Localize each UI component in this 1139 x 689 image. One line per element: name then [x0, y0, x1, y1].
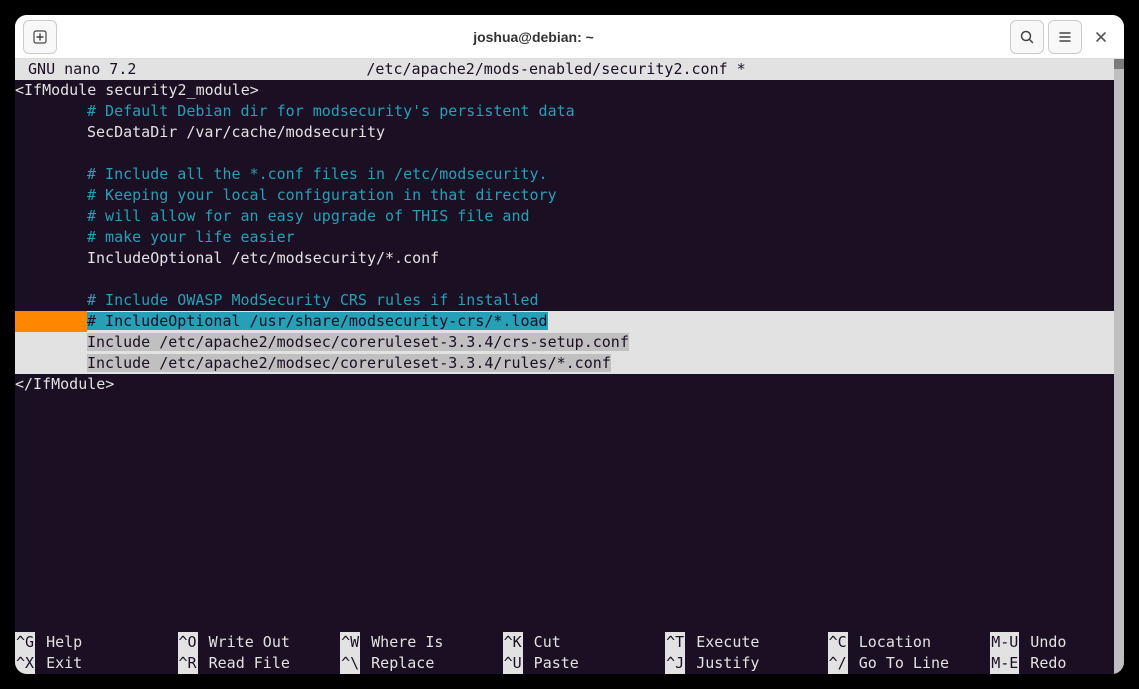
help-key: ^/ — [828, 653, 848, 674]
code-line-cursor: Include /etc/apache2/modsec/coreruleset-… — [15, 332, 1114, 353]
new-tab-button[interactable] — [23, 20, 57, 54]
help-label: Undo — [1019, 632, 1066, 653]
help-key: ^J — [665, 653, 685, 674]
code-line-highlighted: # IncludeOptional /usr/share/modsecurity… — [15, 311, 1114, 332]
code-line: # Include all the *.conf files in /etc/m… — [15, 164, 1114, 185]
help-key: ^O — [178, 632, 198, 653]
help-label: Help — [35, 632, 82, 653]
help-key: ^T — [665, 632, 685, 653]
help-label: Replace — [360, 653, 434, 674]
scrollbar-thumb[interactable] — [1114, 59, 1124, 69]
help-label: Go To Line — [848, 653, 949, 674]
help-row-2: ^X Exit ^R Read File ^\ Replace ^U Paste… — [15, 653, 1104, 674]
help-label: Write Out — [198, 632, 290, 653]
close-button[interactable] — [1084, 20, 1118, 54]
help-key: M-E — [990, 653, 1019, 674]
help-label: Location — [848, 632, 931, 653]
help-key: ^R — [178, 653, 198, 674]
code-line: <IfModule security2_module> — [15, 80, 1114, 101]
plus-icon — [32, 29, 48, 45]
search-button[interactable] — [1010, 20, 1044, 54]
scrollbar[interactable] — [1114, 59, 1124, 674]
terminal-area[interactable]: GNU nano 7.2/etc/apache2/mods-enabled/se… — [15, 59, 1124, 674]
help-key: ^K — [503, 632, 523, 653]
hamburger-icon — [1057, 29, 1073, 45]
help-label: Exit — [35, 653, 82, 674]
titlebar: joshua@debian: ~ — [15, 15, 1124, 59]
code-line: IncludeOptional /etc/modsecurity/*.conf — [15, 248, 1114, 269]
window-title: joshua@debian: ~ — [59, 29, 1008, 45]
terminal-window: joshua@debian: ~ GNU nano 7.2/e — [15, 15, 1124, 674]
code-line: SecDataDir /var/cache/modsecurity — [15, 122, 1114, 143]
help-label: Paste — [523, 653, 579, 674]
help-label: Execute — [685, 632, 759, 653]
code-line: </IfModule> — [15, 374, 1114, 395]
help-key: ^G — [15, 632, 35, 653]
code-line: # Default Debian dir for modsecurity's p… — [15, 101, 1114, 122]
help-label: Read File — [198, 653, 290, 674]
help-key: M-U — [990, 632, 1019, 653]
search-icon — [1019, 29, 1035, 45]
help-key: ^C — [828, 632, 848, 653]
help-key: ^W — [340, 632, 360, 653]
code-line-highlighted: Include /etc/apache2/modsec/coreruleset-… — [15, 353, 1114, 374]
help-label: Justify — [685, 653, 759, 674]
text-cursor: I — [87, 333, 96, 351]
nano-help-bar: ^G Help ^O Write Out ^W Where Is ^K Cut … — [15, 632, 1104, 674]
help-row-1: ^G Help ^O Write Out ^W Where Is ^K Cut … — [15, 632, 1104, 653]
help-key: ^\ — [340, 653, 360, 674]
code-line: # Keeping your local configuration in th… — [15, 185, 1114, 206]
code-line: # will allow for an easy upgrade of THIS… — [15, 206, 1114, 227]
code-line — [15, 269, 1114, 290]
help-label: Redo — [1019, 653, 1066, 674]
help-key: ^X — [15, 653, 35, 674]
code-line: # Include OWASP ModSecurity CRS rules if… — [15, 290, 1114, 311]
nano-header: GNU nano 7.2/etc/apache2/mods-enabled/se… — [15, 59, 1114, 80]
menu-button[interactable] — [1048, 20, 1082, 54]
help-key: ^U — [503, 653, 523, 674]
help-label: Cut — [523, 632, 561, 653]
help-label: Where Is — [360, 632, 443, 653]
close-icon — [1095, 31, 1107, 43]
code-line — [15, 143, 1114, 164]
code-line: # make your life easier — [15, 227, 1114, 248]
